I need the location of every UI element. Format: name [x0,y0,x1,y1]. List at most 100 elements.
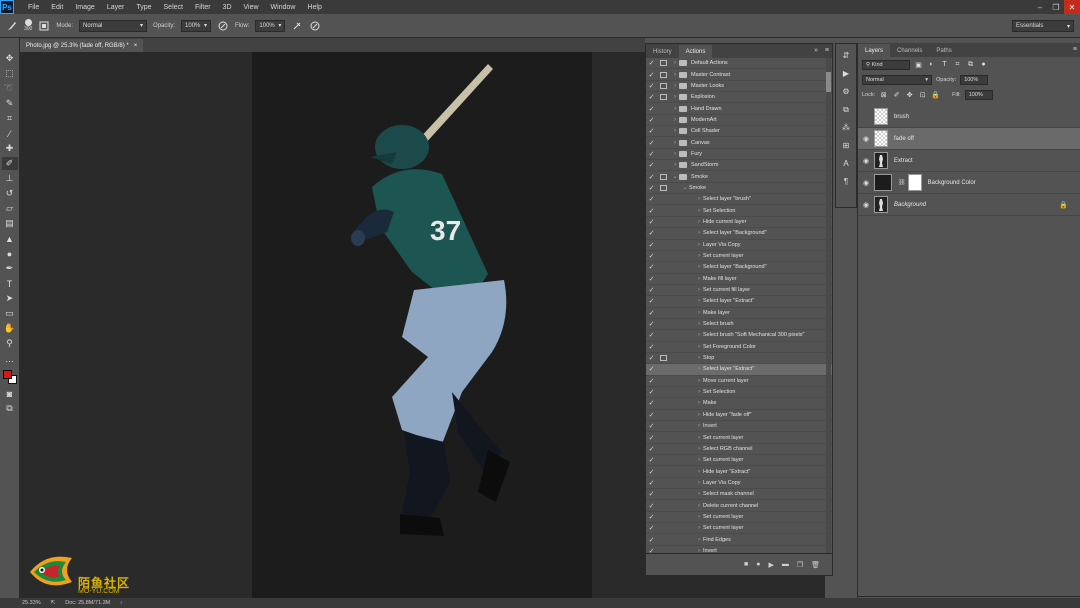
history-brush-tool-icon[interactable]: ↺ [2,187,18,200]
menu-layer[interactable]: Layer [101,4,131,11]
clone-stamp-tool-icon[interactable]: ⊥ [2,172,18,185]
chevron-right-icon[interactable]: › [671,140,679,146]
action-step-row[interactable]: ✓ › Make [646,398,832,410]
brush-tool-icon[interactable]: ✐ [1,157,18,170]
toggle-item-checkbox[interactable]: ✓ [646,286,657,294]
dodge-tool-icon[interactable]: ● [2,247,18,260]
toggle-dialog-icon[interactable] [657,59,669,67]
filter-pixel-icon[interactable]: ▣ [914,60,923,69]
action-step-row[interactable]: ✓ › Select layer "Background" [646,262,832,274]
action-set-row[interactable]: ✓ › Explosion [646,92,832,104]
toggle-item-checkbox[interactable]: ✓ [646,229,657,237]
toggle-dialog-icon[interactable] [657,93,669,101]
action-step-row[interactable]: ✓ › Set Foreground Color [646,342,832,353]
adjustments-panel-icon[interactable]: ⚙ [839,85,853,98]
layers-panel-menu-icon[interactable]: ≡ [1073,46,1077,53]
toggle-item-checkbox[interactable]: ✓ [646,105,657,113]
lasso-tool-icon[interactable]: ➰ [2,82,18,95]
lock-artboard-icon[interactable]: ⊡ [918,90,927,99]
actions-scroll-thumb[interactable] [826,72,831,92]
chevron-right-icon[interactable]: › [695,469,703,475]
tab-history[interactable]: History [646,45,679,58]
chevron-right-icon[interactable]: › [695,310,703,316]
maximize-button[interactable]: ❐ [1048,0,1064,14]
brush-preset-picker[interactable]: 300 [24,19,32,32]
toggle-item-checkbox[interactable]: ✓ [646,195,657,203]
chain-link-icon[interactable]: ⛓ [898,179,906,186]
layer-thumbnail[interactable] [874,152,888,169]
toggle-item-checkbox[interactable]: ✓ [646,331,657,339]
chevron-right-icon[interactable]: › [695,378,703,384]
chevron-right-icon[interactable]: › [671,60,679,66]
tab-actions[interactable]: Actions [678,45,713,58]
chevron-right-icon[interactable]: › [695,480,703,486]
new-action-icon[interactable]: ❐ [797,561,803,569]
toggle-dialog-icon[interactable] [657,127,669,135]
toggle-item-checkbox[interactable]: ✓ [646,377,657,385]
clone-source-panel-icon[interactable]: ⊞ [839,139,853,152]
new-set-icon[interactable]: ▬ [782,561,789,568]
action-step-row[interactable]: ✓ › Select layer "Extract" [646,364,832,376]
action-step-row[interactable]: ✓ › Set Selection [646,205,832,217]
action-set-row[interactable]: ✓ › SandStorm [646,160,832,172]
chevron-right-icon[interactable]: › [695,298,703,304]
zoom-tool-icon[interactable]: ⚲ [2,337,18,350]
toggle-item-checkbox[interactable]: ✓ [646,479,657,487]
delete-icon[interactable]: 🗑 [811,561,820,569]
toggle-dialog-icon[interactable] [657,445,669,453]
toggle-item-checkbox[interactable]: ✓ [646,127,657,135]
toggle-dialog-icon[interactable] [657,320,669,328]
collapse-panel-icon[interactable]: » [814,47,818,54]
toggle-dialog-icon[interactable] [657,229,669,237]
layer-mask-thumbnail[interactable] [907,174,922,191]
layer-row[interactable]: brush [858,106,1080,128]
chevron-down-icon[interactable]: ⌄ [671,173,679,180]
chevron-right-icon[interactable]: › [695,412,703,418]
toggle-item-checkbox[interactable]: ✓ [646,468,657,476]
toggle-dialog-icon[interactable] [657,82,669,90]
visibility-eye-icon[interactable]: ◉ [858,157,874,165]
toggle-item-checkbox[interactable]: ✓ [646,241,657,249]
action-step-row[interactable]: ✓ › Layer Via Copy [646,478,832,490]
action-step-row[interactable]: ✓ › Make layer [646,308,832,319]
toggle-dialog-icon[interactable] [657,297,669,305]
hand-tool-icon[interactable]: ✋ [2,322,18,335]
toggle-item-checkbox[interactable]: ✓ [646,161,657,169]
layer-thumbnail[interactable] [874,130,888,147]
toggle-item-checkbox[interactable]: ✓ [646,59,657,67]
toggle-item-checkbox[interactable]: ✓ [646,502,657,510]
pressure-opacity-icon[interactable] [217,20,229,32]
flow-field[interactable]: 100% ▾ [255,19,286,32]
toggle-dialog-icon[interactable] [657,173,669,181]
action-step-row[interactable]: ✓ › Set current layer [646,432,832,444]
lock-transparent-icon[interactable]: ⊠ [879,90,888,99]
toggle-item-checkbox[interactable]: ✓ [646,184,657,192]
toggle-dialog-icon[interactable] [657,263,669,271]
minimize-button[interactable]: – [1032,0,1048,14]
action-set-row[interactable]: ✓ › Hand Drawn [646,103,832,115]
toggle-dialog-icon[interactable] [657,275,669,283]
toggle-item-checkbox[interactable]: ✓ [646,93,657,101]
toggle-item-checkbox[interactable]: ✓ [646,354,657,362]
properties-panel-icon[interactable]: ⧉ [839,103,853,116]
menu-file[interactable]: File [22,4,45,11]
toggle-dialog-icon[interactable] [657,456,669,464]
layer-filter-select[interactable]: ⚲ Kind [862,59,910,70]
filter-smart-object-icon[interactable]: ⧉ [966,60,975,69]
chevron-right-icon[interactable]: › [695,264,703,270]
action-step-row[interactable]: ✓ › Set current layer [646,523,832,535]
toggle-dialog-icon[interactable] [657,241,669,249]
toggle-item-checkbox[interactable]: ✓ [646,445,657,453]
lock-image-icon[interactable]: ✐ [892,90,901,99]
toggle-dialog-icon[interactable] [657,513,669,521]
toggle-item-checkbox[interactable]: ✓ [646,116,657,124]
toggle-item-checkbox[interactable]: ✓ [646,71,657,79]
rectangle-tool-icon[interactable]: ▭ [2,307,18,320]
menu-help[interactable]: Help [301,4,327,11]
chevron-right-icon[interactable]: › [695,287,703,293]
marquee-tool-icon[interactable]: ⬚ [2,67,18,80]
filter-toggle-icon[interactable]: ● [979,60,988,69]
action-set-row[interactable]: ✓ › Fury [646,149,832,161]
action-set-row[interactable]: ✓ › ModernArt [646,115,832,127]
toggle-item-checkbox[interactable]: ✓ [646,490,657,498]
